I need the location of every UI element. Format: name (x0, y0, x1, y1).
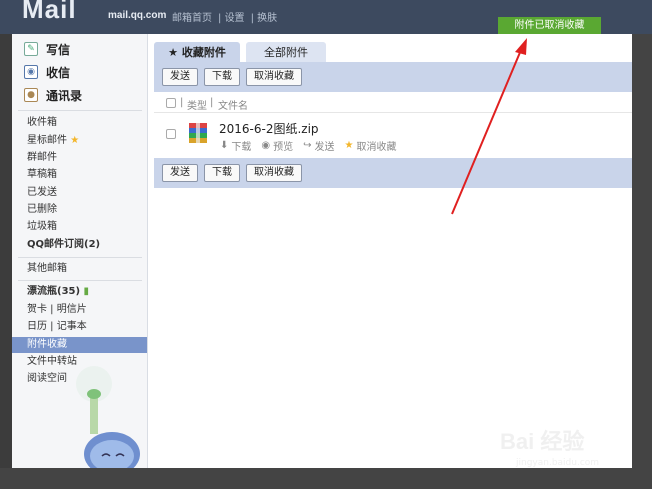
other-mailbox[interactable]: 其他邮箱 (27, 262, 67, 276)
mail-domain: mail.qq.com (108, 10, 167, 21)
compose-icon: ✎ (24, 42, 38, 56)
calendar-row: 日历 | 记事本 (27, 321, 87, 332)
download-button[interactable]: 下载 (204, 164, 240, 182)
file-download-label: 下载 (231, 142, 252, 153)
watermark-brand: Bai 经验 (500, 429, 585, 454)
top-links: 邮箱首页 | 设置 | 换肤 (172, 13, 278, 24)
column-sep: | (180, 97, 184, 108)
folder-spam[interactable]: 垃圾箱 (27, 220, 57, 234)
send-button[interactable]: 发送 (162, 164, 198, 182)
compose-button[interactable]: ✎ 写信 (24, 40, 70, 58)
greeting-card-link[interactable]: 贺卡 (27, 304, 47, 315)
folder-sent[interactable]: 已发送 (27, 186, 57, 200)
file-unfavorite-label: 取消收藏 (356, 142, 397, 153)
unfavorite-button[interactable]: 取消收藏 (246, 164, 302, 182)
reading-space[interactable]: 阅读空间 (27, 372, 67, 386)
top-toolbar: 发送 下载 取消收藏 (154, 62, 632, 92)
file-preview-action[interactable]: ◉ 预览 (261, 138, 293, 153)
row-checkbox[interactable] (166, 129, 176, 139)
watermark-url: jingyan.baidu.com (516, 458, 600, 468)
tab-all-attachments[interactable]: 全部附件 (246, 42, 326, 63)
notepad-link[interactable]: 记事本 (57, 321, 87, 332)
notification-toast: 附件已取消收藏 (498, 17, 601, 34)
table-row[interactable]: 2016-6-2图纸.zip ⬇ 下载 ◉ 预览 ↪ 发送 ★ 取消收藏 (154, 114, 632, 158)
divider (18, 110, 142, 111)
divider (18, 280, 142, 281)
overlay-edge (632, 34, 652, 468)
folder-starred[interactable]: 星标邮件 ★ (27, 134, 79, 148)
column-header: | 类型 | 文件名 (154, 93, 632, 113)
folder-subscriptions[interactable]: QQ邮件订阅(2) (27, 238, 100, 252)
postcard-link[interactable]: 明信片 (57, 304, 87, 315)
tab-favorite-attachments[interactable]: ★ 收藏附件 (154, 42, 240, 63)
send-button[interactable]: 发送 (162, 68, 198, 86)
inbox-button[interactable]: ◉ 收信 (24, 63, 70, 81)
bottle-icon: ▮ (83, 286, 90, 297)
select-all-checkbox[interactable] (166, 98, 176, 108)
drift-bottle-label: 漂流瓶(35) (27, 286, 81, 297)
sidebar-item-attachment-fav[interactable]: 附件收藏 (12, 337, 147, 353)
star-icon: ★ (344, 140, 354, 151)
file-transfer[interactable]: 文件中转站 (27, 355, 77, 369)
inbox-icon: ◉ (24, 65, 38, 79)
download-icon: ⬇ (220, 140, 229, 151)
download-button[interactable]: 下载 (204, 68, 240, 86)
file-send-action[interactable]: ↪ 发送 (303, 138, 334, 153)
mail-logo: Mail (22, 0, 77, 24)
file-send-label: 发送 (314, 142, 335, 153)
unfavorite-button[interactable]: 取消收藏 (246, 68, 302, 86)
divider (18, 257, 142, 258)
file-actions: ⬇ 下载 ◉ 预览 ↪ 发送 ★ 取消收藏 (220, 138, 396, 153)
eye-icon: ◉ (261, 140, 271, 151)
watermark: Bai 经验 jingyan.baidu.com (500, 420, 640, 475)
file-preview-label: 预览 (273, 142, 294, 153)
drift-bottle[interactable]: 漂流瓶(35) ▮ (27, 285, 89, 299)
column-sep: | (210, 97, 214, 108)
zip-file-icon (189, 123, 207, 143)
column-type[interactable]: 类型 (187, 97, 207, 112)
inbox-label: 收信 (46, 65, 71, 80)
file-download-action[interactable]: ⬇ 下载 (220, 138, 251, 153)
contacts-button[interactable]: ● 通讯录 (24, 86, 82, 104)
contacts-label: 通讯录 (46, 88, 83, 103)
contacts-icon: ● (24, 88, 38, 102)
folder-starred-label: 星标邮件 (27, 135, 67, 146)
folder-deleted[interactable]: 已删除 (27, 203, 57, 217)
forward-icon: ↪ (303, 140, 312, 151)
calendar-link[interactable]: 日历 (27, 321, 47, 332)
star-icon: ★ (70, 135, 80, 146)
folder-inbox[interactable]: 收件箱 (27, 116, 57, 130)
sidebar: ✎ 写信 ◉ 收信 ● 通讯录 收件箱 星标邮件 ★ 群邮件 草稿箱 已发送 已… (12, 34, 148, 468)
bottom-toolbar: 发送 下载 取消收藏 (154, 158, 632, 188)
mascot-illustration (76, 366, 140, 468)
home-link[interactable]: 邮箱首页 (172, 13, 212, 24)
file-unfavorite-action[interactable]: ★ 取消收藏 (345, 138, 397, 153)
folder-group[interactable]: 群邮件 (27, 151, 57, 165)
folder-drafts[interactable]: 草稿箱 (27, 168, 57, 182)
skin-link[interactable]: 换肤 (257, 13, 277, 24)
cards-row: 贺卡 | 明信片 (27, 304, 87, 315)
attachment-fav-label: 附件收藏 (27, 339, 67, 350)
attachment-content: ★ 收藏附件 全部附件 发送 下载 取消收藏 | 类型 | 文件名 2016-6… (148, 34, 632, 468)
compose-label: 写信 (46, 42, 71, 57)
file-name[interactable]: 2016-6-2图纸.zip (219, 120, 319, 137)
column-filename[interactable]: 文件名 (218, 97, 248, 112)
settings-link[interactable]: 设置 (225, 13, 245, 24)
